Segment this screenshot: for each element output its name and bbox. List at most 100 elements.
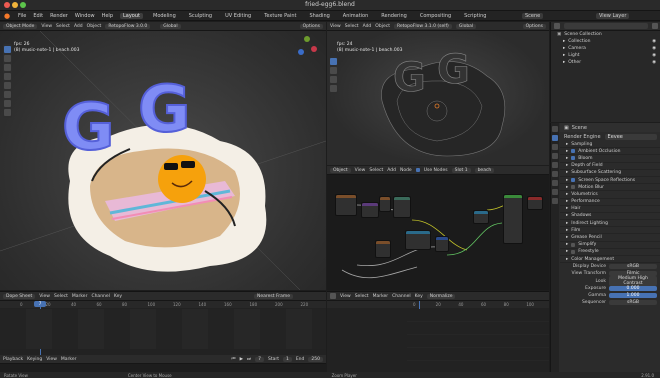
material-name-field[interactable]: beach: [474, 167, 495, 173]
panel-enable-checkbox[interactable]: [571, 249, 576, 254]
menu-marker[interactable]: Marker: [61, 357, 77, 362]
current-frame-field[interactable]: 7: [255, 356, 264, 362]
use-nodes-checkbox[interactable]: [415, 168, 420, 172]
menu-select[interactable]: Select: [355, 294, 369, 299]
panel-enable-checkbox[interactable]: [571, 156, 576, 161]
panel-color-management[interactable]: ▸ Color Management: [560, 256, 660, 264]
menu-marker[interactable]: Marker: [72, 294, 88, 299]
menu-view[interactable]: View: [340, 294, 351, 299]
panel-grease-pencil[interactable]: ▸ Grease Pencil: [560, 234, 660, 242]
normalize-toggle[interactable]: Normalize: [426, 293, 456, 299]
menu-render[interactable]: Render: [50, 13, 68, 19]
node-texture[interactable]: [335, 194, 357, 216]
world-tab-icon[interactable]: [552, 171, 558, 177]
jump-end-icon[interactable]: ⏭: [247, 356, 251, 362]
menu-view[interactable]: View: [39, 294, 50, 299]
cm-value-field[interactable]: 1.000: [609, 293, 657, 299]
cm-value-field[interactable]: sRGB: [609, 300, 657, 306]
menu-view[interactable]: View: [355, 168, 366, 173]
menu-object[interactable]: Object: [375, 24, 390, 29]
menu-help[interactable]: Help: [102, 13, 113, 19]
options-dropdown[interactable]: Options: [299, 23, 323, 29]
view-layer-tab-icon[interactable]: [552, 153, 558, 159]
visibility-eye-icon[interactable]: ◉: [652, 53, 656, 58]
outliner-item[interactable]: ▸ Camera ◉: [551, 45, 660, 52]
expand-arrow-icon[interactable]: ▸: [566, 228, 568, 233]
panel-sampling[interactable]: ▸ Sampling: [560, 141, 660, 149]
menu-select[interactable]: Select: [369, 168, 383, 173]
visibility-eye-icon[interactable]: ◉: [652, 46, 656, 51]
menu-key[interactable]: Key: [415, 294, 423, 299]
graph-editor[interactable]: View Select Marker Channel Key Normalize…: [327, 291, 549, 373]
expand-arrow-icon[interactable]: ▸: [566, 235, 568, 240]
panel-bloom[interactable]: ▸ Bloom: [560, 155, 660, 163]
menu-select[interactable]: Select: [56, 24, 70, 29]
menu-key[interactable]: Key: [114, 294, 122, 299]
menu-window[interactable]: Window: [75, 13, 95, 19]
expand-arrow-icon[interactable]: ▸: [566, 199, 568, 204]
panel-motion-blur[interactable]: ▸ Motion Blur: [560, 184, 660, 192]
play-icon[interactable]: ▶: [240, 357, 243, 362]
expand-arrow-icon[interactable]: ▸: [566, 142, 568, 147]
node-mix[interactable]: [393, 196, 411, 218]
panel-subsurface-scattering[interactable]: ▸ Subsurface Scattering: [560, 170, 660, 177]
expand-arrow-icon[interactable]: ▸: [566, 257, 568, 262]
visibility-eye-icon[interactable]: ◉: [652, 60, 656, 65]
outliner-search-input[interactable]: [564, 23, 648, 29]
outliner-item[interactable]: ▸ Light ◉: [551, 52, 660, 59]
expand-arrow-icon[interactable]: ▸: [566, 213, 568, 218]
visibility-eye-icon[interactable]: ◉: [652, 39, 656, 44]
material-slot-dropdown[interactable]: Slot 1: [451, 167, 471, 173]
workspace-tab-layout[interactable]: Layout: [120, 12, 143, 19]
graph-area[interactable]: [407, 309, 549, 373]
menu-view[interactable]: View: [46, 357, 57, 362]
node-principled-bsdf[interactable]: [503, 194, 523, 244]
jump-start-icon[interactable]: ⏮: [232, 356, 236, 362]
cm-value-field[interactable]: 0.000: [609, 285, 657, 291]
workspace-tab-sculpting[interactable]: Sculpting: [186, 13, 215, 19]
filter-icon[interactable]: [652, 23, 658, 29]
panel-shadows[interactable]: ▸ Shadows: [560, 213, 660, 221]
menu-edit[interactable]: Edit: [33, 13, 43, 19]
menu-select[interactable]: Select: [345, 24, 359, 29]
outliner-item[interactable]: ▸ Collection ◉: [551, 38, 660, 45]
node-noise[interactable]: [375, 240, 391, 258]
menu-add[interactable]: Add: [387, 168, 396, 173]
outliner-display-icon[interactable]: [554, 23, 560, 29]
menu-channel[interactable]: Channel: [392, 294, 410, 299]
expand-arrow-icon[interactable]: ▸: [566, 185, 568, 190]
expand-arrow-icon[interactable]: ▸: [566, 156, 568, 161]
dope-sheet-mode-dropdown[interactable]: Dope Sheet: [3, 293, 36, 299]
current-frame-indicator[interactable]: 7: [34, 301, 46, 307]
node-type-dropdown[interactable]: Object: [330, 167, 351, 173]
menu-channel[interactable]: Channel: [91, 294, 109, 299]
expand-arrow-icon[interactable]: ▸: [566, 242, 568, 247]
panel-performance[interactable]: ▸ Performance: [560, 199, 660, 206]
workspace-tab-texture-paint[interactable]: Texture Paint: [261, 13, 299, 19]
orientation-dropdown[interactable]: Global: [455, 23, 477, 29]
workspace-tab-modeling[interactable]: Modeling: [150, 13, 179, 19]
panel-screen-space-reflections[interactable]: ▸ Screen Space Reflections: [560, 177, 660, 185]
menu-add[interactable]: Add: [74, 24, 83, 29]
viewport-3d-main[interactable]: Object Mode View Select Add Object Retop…: [0, 22, 326, 290]
panel-enable-checkbox[interactable]: [571, 242, 576, 247]
frame-ruler[interactable]: 0 20 40 60 80 100 120 140 160 180 200 220: [0, 301, 326, 308]
workspace-tab-shading[interactable]: Shading: [306, 13, 332, 19]
expand-arrow-icon[interactable]: ▸: [566, 221, 568, 226]
workspace-tab-rendering[interactable]: Rendering: [378, 13, 410, 19]
menu-view[interactable]: View: [330, 24, 341, 29]
panel-volumetrics[interactable]: ▸ Volumetrics: [560, 191, 660, 199]
expand-arrow-icon[interactable]: ▸: [566, 163, 568, 168]
output-tab-icon[interactable]: [552, 144, 558, 150]
cm-value-field[interactable]: sRGB: [609, 264, 657, 270]
menu-select[interactable]: Select: [54, 294, 68, 299]
panel-hair[interactable]: ▸ Hair: [560, 206, 660, 213]
start-frame-field[interactable]: 1: [282, 356, 292, 362]
frame-ruler[interactable]: 0 20 40 60 80 100: [327, 301, 549, 308]
outliner-item[interactable]: ▸ Other ◉: [551, 59, 660, 66]
menu-keying[interactable]: Keying: [27, 357, 42, 362]
node-bump[interactable]: [435, 236, 449, 252]
menu-node[interactable]: Node: [400, 168, 412, 173]
workspace-tab-compositing[interactable]: Compositing: [417, 13, 454, 19]
view-layer-selector[interactable]: View Layer: [596, 12, 630, 19]
